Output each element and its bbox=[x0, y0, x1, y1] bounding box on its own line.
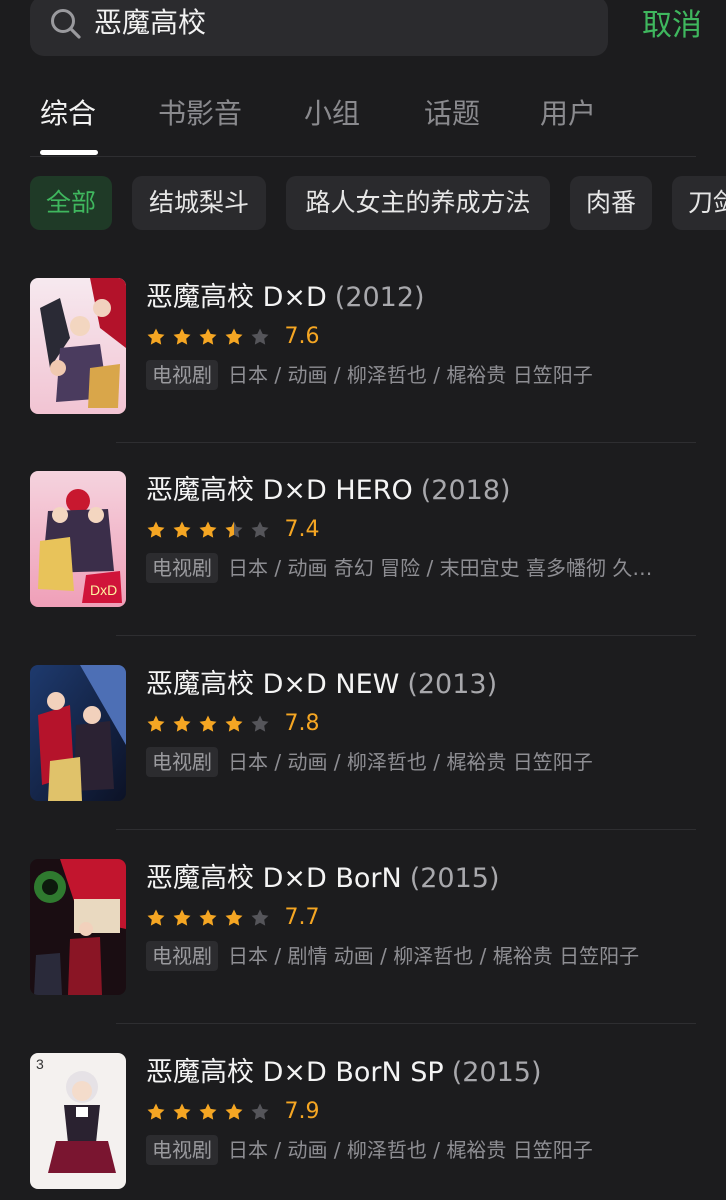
search-input[interactable]: 恶魔高校 bbox=[30, 0, 608, 56]
cancel-button[interactable]: 取消 bbox=[642, 6, 702, 46]
rating: 7.4 bbox=[146, 515, 319, 545]
tab-books-movies-music[interactable]: 书影音 bbox=[158, 92, 242, 136]
star-icon bbox=[199, 909, 217, 926]
star-icon bbox=[147, 521, 165, 538]
search-results-page: 恶魔高校 取消 综合 书影音 小组 话题 用户 全部 结城梨斗 路人女主的养成方… bbox=[0, 0, 726, 1200]
tab-groups[interactable]: 小组 bbox=[304, 92, 360, 136]
cover-image bbox=[30, 859, 126, 995]
filter-chips: 全部 结城梨斗 路人女主的养成方法 肉番 刀剑 bbox=[30, 176, 726, 230]
star-rating bbox=[146, 714, 271, 735]
result-title: 恶魔高校 D×D HERO (2018) bbox=[146, 475, 511, 506]
star-icon bbox=[173, 1103, 191, 1120]
star-icon bbox=[199, 1103, 217, 1120]
chip-fanservice[interactable]: 肉番 bbox=[570, 176, 652, 230]
star-icon bbox=[251, 521, 269, 538]
star-icon bbox=[199, 715, 217, 732]
result-meta: 电视剧 日本 / 动画 / 柳泽哲也 / 梶裕贵 日笠阳子 bbox=[146, 360, 696, 394]
meta-text: 日本 / 动画 奇幻 冒险 / 末田宜史 喜多幡彻 久… bbox=[228, 556, 653, 580]
meta-text: 日本 / 动画 / 柳泽哲也 / 梶裕贵 日笠阳子 bbox=[228, 363, 593, 387]
star-icon bbox=[251, 909, 269, 926]
result-title: 恶魔高校 D×D BorN SP (2015) bbox=[146, 1057, 542, 1088]
rating-score: 7.7 bbox=[284, 905, 320, 930]
search-icon bbox=[51, 9, 81, 39]
cover-image bbox=[30, 665, 126, 801]
star-icon bbox=[173, 715, 191, 732]
type-tag: 电视剧 bbox=[146, 553, 218, 583]
tab-topics[interactable]: 话题 bbox=[424, 92, 480, 136]
type-tag: 电视剧 bbox=[146, 747, 218, 777]
list-divider bbox=[116, 1023, 696, 1024]
star-icon bbox=[173, 521, 191, 538]
tab-overview[interactable]: 综合 bbox=[40, 92, 96, 136]
result-title: 恶魔高校 D×D NEW (2013) bbox=[146, 669, 498, 700]
star-icon bbox=[147, 909, 165, 926]
rating-score: 7.4 bbox=[284, 517, 320, 542]
result-title: 恶魔高校 D×D (2012) bbox=[146, 282, 425, 313]
star-icon bbox=[225, 1103, 243, 1120]
type-tag: 电视剧 bbox=[146, 360, 218, 390]
star-icon bbox=[147, 715, 165, 732]
rating: 7.6 bbox=[146, 322, 319, 352]
cover-volume-number: 3 bbox=[36, 1056, 44, 1072]
chip-yuuki-rito[interactable]: 结城梨斗 bbox=[132, 176, 266, 230]
meta-text: 日本 / 剧情 动画 / 柳泽哲也 / 梶裕贵 日笠阳子 bbox=[228, 944, 640, 968]
search-query-text: 恶魔高校 bbox=[94, 6, 207, 39]
star-icon bbox=[199, 521, 217, 538]
star-icon bbox=[251, 715, 269, 732]
result-meta: 电视剧 日本 / 动画 / 柳泽哲也 / 梶裕贵 日笠阳子 bbox=[146, 747, 696, 781]
tab-users[interactable]: 用户 bbox=[540, 92, 596, 136]
star-icon bbox=[173, 909, 191, 926]
star-icon bbox=[147, 1103, 165, 1120]
star-rating bbox=[146, 1102, 271, 1123]
search-bar-row: 恶魔高校 取消 bbox=[30, 0, 710, 56]
star-icon bbox=[199, 328, 217, 345]
cover-image: 3 bbox=[30, 1053, 126, 1189]
type-tag: 电视剧 bbox=[146, 941, 218, 971]
result-meta: 电视剧 日本 / 剧情 动画 / 柳泽哲也 / 梶裕贵 日笠阳子 bbox=[146, 941, 696, 975]
chip-sword[interactable]: 刀剑 bbox=[672, 176, 726, 230]
star-icon bbox=[225, 909, 243, 926]
star-icon bbox=[225, 328, 243, 345]
cover-image bbox=[30, 278, 126, 414]
star-icon bbox=[147, 328, 165, 345]
rating: 7.8 bbox=[146, 709, 319, 739]
chip-all[interactable]: 全部 bbox=[30, 176, 112, 230]
chip-saekano[interactable]: 路人女主的养成方法 bbox=[286, 176, 550, 230]
rating-score: 7.6 bbox=[284, 324, 320, 349]
cover-image: DxD bbox=[30, 471, 126, 607]
tabs-divider bbox=[30, 156, 696, 157]
rating: 7.9 bbox=[146, 1097, 319, 1127]
meta-text: 日本 / 动画 / 柳泽哲也 / 梶裕贵 日笠阳子 bbox=[228, 1138, 593, 1162]
result-meta: 电视剧 日本 / 动画 奇幻 冒险 / 末田宜史 喜多幡彻 久… bbox=[146, 553, 696, 587]
meta-text: 日本 / 动画 / 柳泽哲也 / 梶裕贵 日笠阳子 bbox=[228, 750, 593, 774]
result-title: 恶魔高校 D×D BorN (2015) bbox=[146, 863, 500, 894]
rating-score: 7.8 bbox=[284, 711, 320, 736]
active-tab-indicator bbox=[40, 150, 98, 155]
rating-score: 7.9 bbox=[284, 1099, 320, 1124]
star-icon bbox=[173, 328, 191, 345]
list-divider bbox=[116, 829, 696, 830]
result-item[interactable]: 3 恶魔高校 D×D BorN SP (2015) 7.9 电视剧 日本 / 动画 … bbox=[30, 1053, 696, 1200]
result-meta: 电视剧 日本 / 动画 / 柳泽哲也 / 梶裕贵 日笠阳子 bbox=[146, 1135, 696, 1169]
type-tag: 电视剧 bbox=[146, 1135, 218, 1165]
rating: 7.7 bbox=[146, 903, 319, 933]
star-icon bbox=[225, 715, 243, 732]
cover-logo-text: DxD bbox=[90, 582, 117, 598]
list-divider bbox=[116, 635, 696, 636]
star-rating bbox=[146, 520, 271, 541]
star-half-icon bbox=[225, 521, 243, 538]
tab-bar: 综合 书影音 小组 话题 用户 bbox=[40, 92, 700, 156]
star-rating bbox=[146, 908, 271, 929]
star-rating bbox=[146, 327, 271, 348]
star-icon bbox=[251, 1103, 269, 1120]
list-divider bbox=[116, 442, 696, 443]
star-icon bbox=[251, 328, 269, 345]
